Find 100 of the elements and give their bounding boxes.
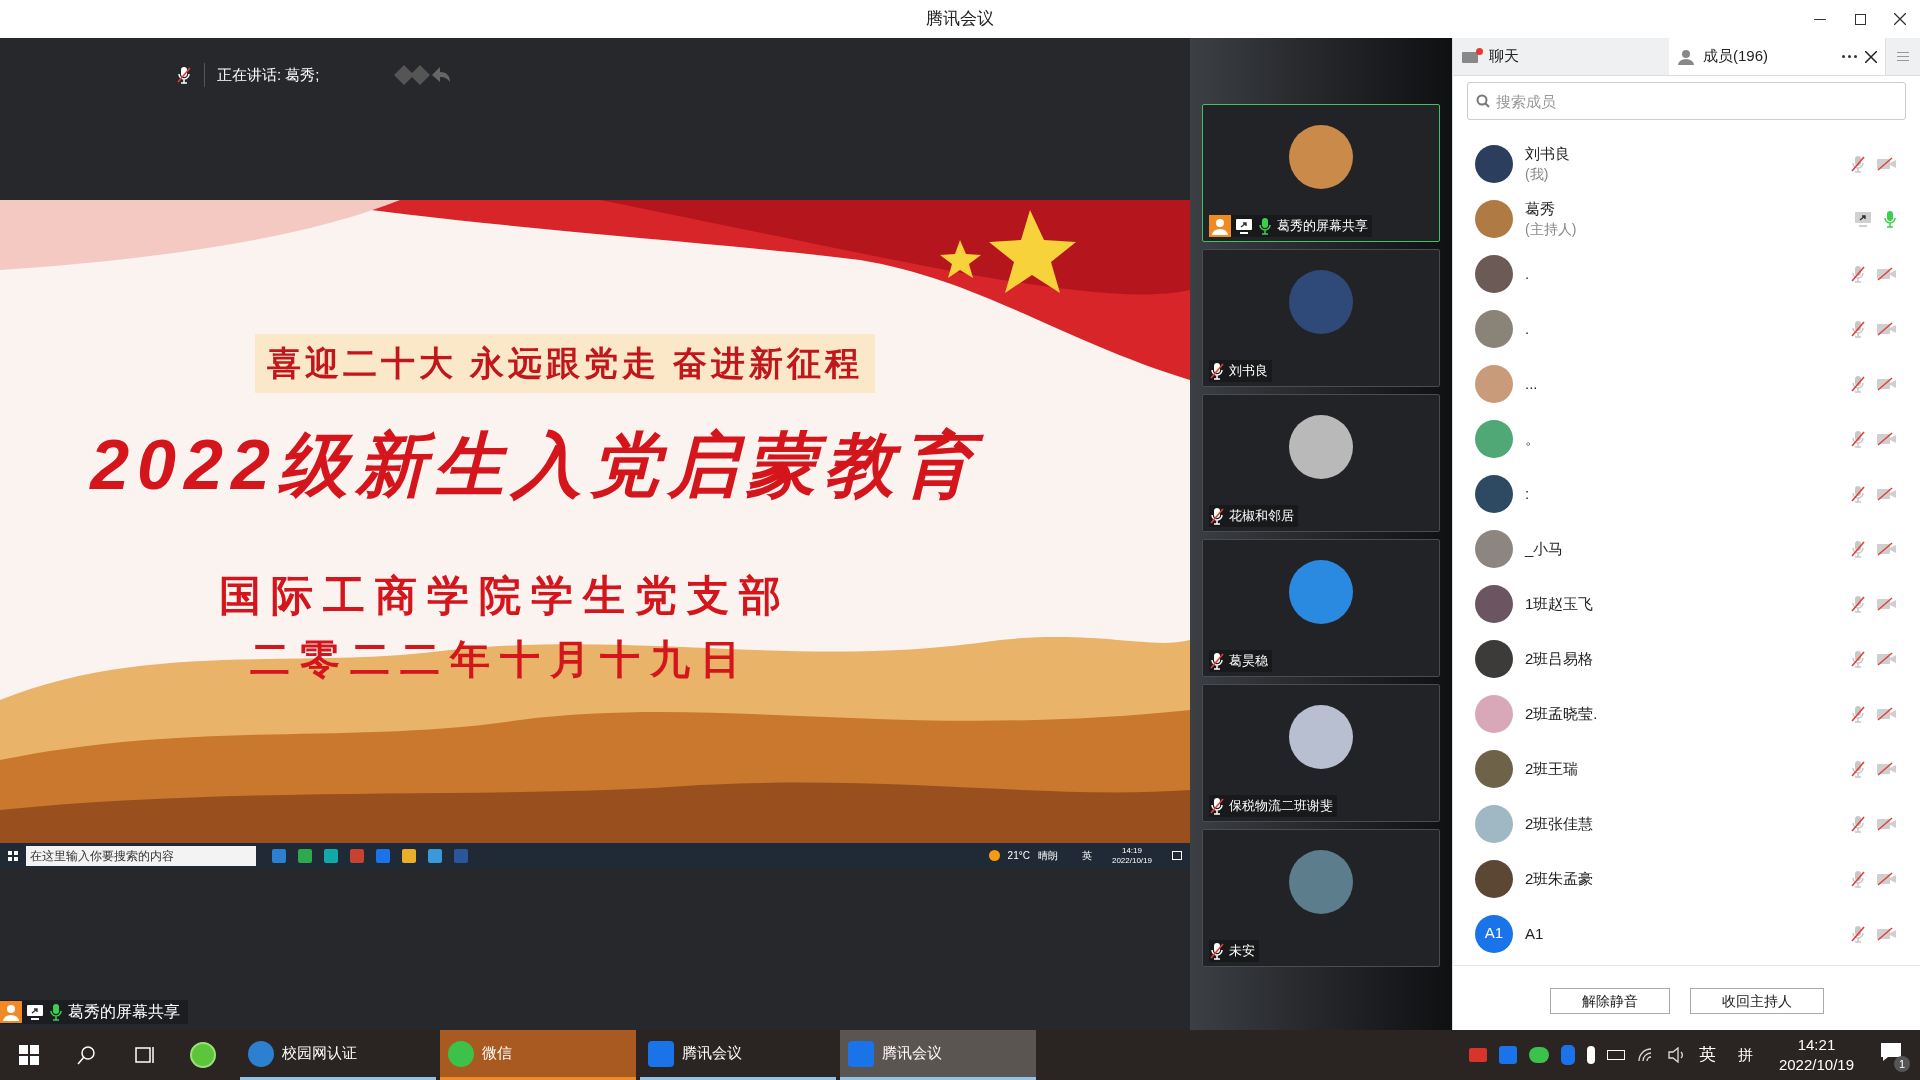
panel-tab[interactable]: 成员(196)	[1669, 38, 1885, 75]
camera-off-icon	[1876, 376, 1898, 391]
member-row[interactable]: 2班孟晓莹.	[1453, 686, 1920, 741]
muted-microphone-icon	[1209, 362, 1225, 380]
member-row[interactable]: :	[1453, 466, 1920, 521]
video-tile[interactable]: 未安	[1202, 829, 1440, 967]
speaker-label: 正在讲话: 葛秀;	[217, 64, 320, 85]
meeting-app-icon[interactable]	[1498, 1046, 1517, 1064]
member-row[interactable]: .	[1453, 301, 1920, 356]
member-name: ...	[1525, 373, 1539, 394]
member-role: (主持人)	[1525, 219, 1578, 239]
member-name: 。	[1525, 428, 1541, 449]
participant-name: 葛秀的屏幕共享	[1277, 217, 1368, 236]
camera-off-icon	[1876, 486, 1898, 501]
more-icon[interactable]	[1842, 55, 1857, 58]
video-tile[interactable]: 葛秀的屏幕共享	[1202, 104, 1440, 242]
share-label-text: 葛秀的屏幕共享	[68, 1002, 180, 1022]
taskbar-app-icon[interactable]	[324, 848, 338, 863]
muted-microphone-icon	[1850, 429, 1866, 448]
bluetooth-icon[interactable]	[1560, 1045, 1575, 1065]
notification-icon[interactable]	[1880, 1042, 1902, 1062]
member-name: A1	[1525, 923, 1545, 944]
app-label: 腾讯会议	[682, 1043, 742, 1064]
participant-name: 刘书良	[1229, 362, 1268, 381]
app-icon	[648, 1040, 674, 1067]
taskbar-app-icon[interactable]	[376, 848, 390, 863]
camera-off-icon	[1876, 761, 1898, 776]
participant-name: 保税物流二班谢斐	[1229, 797, 1333, 816]
member-name: .	[1525, 263, 1531, 284]
search-icon	[1476, 94, 1491, 109]
camera-off-icon	[1876, 541, 1898, 556]
screen-share-icon	[1854, 210, 1872, 227]
chat-app-icon[interactable]	[1528, 1047, 1549, 1063]
muted-microphone-icon	[1209, 652, 1225, 670]
participant-name: 花椒和邻居	[1229, 507, 1294, 526]
taskbar-search-field[interactable]: 在这里输入你要搜索的内容	[26, 845, 256, 866]
video-tile[interactable]: 刘书良	[1202, 249, 1440, 387]
member-row[interactable]: A1 A1	[1453, 906, 1920, 961]
taskbar-app-icon[interactable]	[402, 848, 416, 863]
video-tile[interactable]: 葛昊稳	[1202, 539, 1440, 677]
ime-language[interactable]: 英	[1698, 1042, 1716, 1068]
member-row[interactable]: 2班吕易格	[1453, 631, 1920, 686]
camera-off-icon	[1876, 156, 1898, 171]
camera-off-icon	[1876, 596, 1898, 611]
camera-off-icon	[1876, 321, 1898, 336]
member-row[interactable]: 2班张佳慧	[1453, 796, 1920, 851]
weather-text: 晴朗	[1037, 849, 1058, 863]
member-row[interactable]: ...	[1453, 356, 1920, 411]
microphone-icon[interactable]	[1586, 1046, 1595, 1064]
microphone-icon	[48, 1003, 64, 1021]
panel-button[interactable]: 收回主持人	[1689, 988, 1824, 1014]
screen-share-icon	[1235, 218, 1253, 234]
search-field[interactable]: 搜索成员	[1467, 82, 1906, 120]
taskbar-app-icon[interactable]	[298, 848, 312, 863]
member-name: 葛秀	[1525, 198, 1556, 219]
battery-icon[interactable]	[1606, 1050, 1625, 1060]
muted-microphone-icon	[1850, 539, 1866, 558]
member-row[interactable]: 葛秀 (主持人)	[1453, 191, 1920, 246]
window-title: 腾讯会议	[926, 8, 994, 31]
taskbar-app[interactable]: 腾讯会议	[840, 1030, 1036, 1080]
video-tile[interactable]: 花椒和邻居	[1202, 394, 1440, 532]
wps-icon[interactable]	[1468, 1048, 1487, 1062]
member-name: 2班张佳慧	[1525, 813, 1595, 834]
screen-share-icon	[26, 1004, 44, 1020]
app-label: 微信	[482, 1043, 512, 1064]
muted-microphone-icon	[176, 66, 192, 84]
close-icon[interactable]	[1865, 50, 1877, 63]
member-row[interactable]: 2班王瑞	[1453, 741, 1920, 796]
camera-off-icon	[1876, 431, 1898, 446]
ime-mode[interactable]: 拼	[1737, 1043, 1753, 1067]
muted-microphone-icon	[1850, 374, 1866, 393]
muted-microphone-icon	[1850, 869, 1866, 888]
member-row[interactable]: 1班赵玉飞	[1453, 576, 1920, 631]
taskbar-app[interactable]: 微信	[440, 1030, 636, 1080]
muted-microphone-icon	[1209, 797, 1225, 815]
taskbar-app-icon[interactable]	[428, 848, 442, 863]
member-row[interactable]: _小马	[1453, 521, 1920, 576]
start-icon	[8, 850, 18, 861]
clock-time: 14:19	[1121, 845, 1142, 856]
camera-off-icon	[1876, 706, 1898, 721]
muted-microphone-icon	[1850, 759, 1866, 778]
taskbar-app-icon[interactable]	[272, 848, 286, 863]
member-row[interactable]: 刘书良 (我)	[1453, 136, 1920, 191]
camera-off-icon	[1876, 816, 1898, 831]
muted-microphone-icon	[1209, 507, 1225, 525]
panel-button[interactable]: 解除静音	[1549, 988, 1670, 1014]
app-label: 腾讯会议	[882, 1043, 942, 1064]
weather-temperature: 21°C	[1007, 849, 1030, 863]
video-tile[interactable]: 保税物流二班谢斐	[1202, 684, 1440, 822]
member-name: _小马	[1525, 538, 1565, 559]
member-row[interactable]: .	[1453, 246, 1920, 301]
camera-off-icon	[1876, 651, 1898, 666]
member-row[interactable]: 。	[1453, 411, 1920, 466]
member-row[interactable]: 2班朱孟豪	[1453, 851, 1920, 906]
camera-off-icon	[1876, 266, 1898, 281]
weather-icon	[988, 850, 1000, 861]
clock-date: 2022/10/19	[1111, 855, 1152, 866]
notification-icon[interactable]	[1172, 851, 1182, 860]
muted-microphone-icon	[1850, 264, 1866, 283]
participant-name: 葛昊稳	[1229, 652, 1268, 671]
